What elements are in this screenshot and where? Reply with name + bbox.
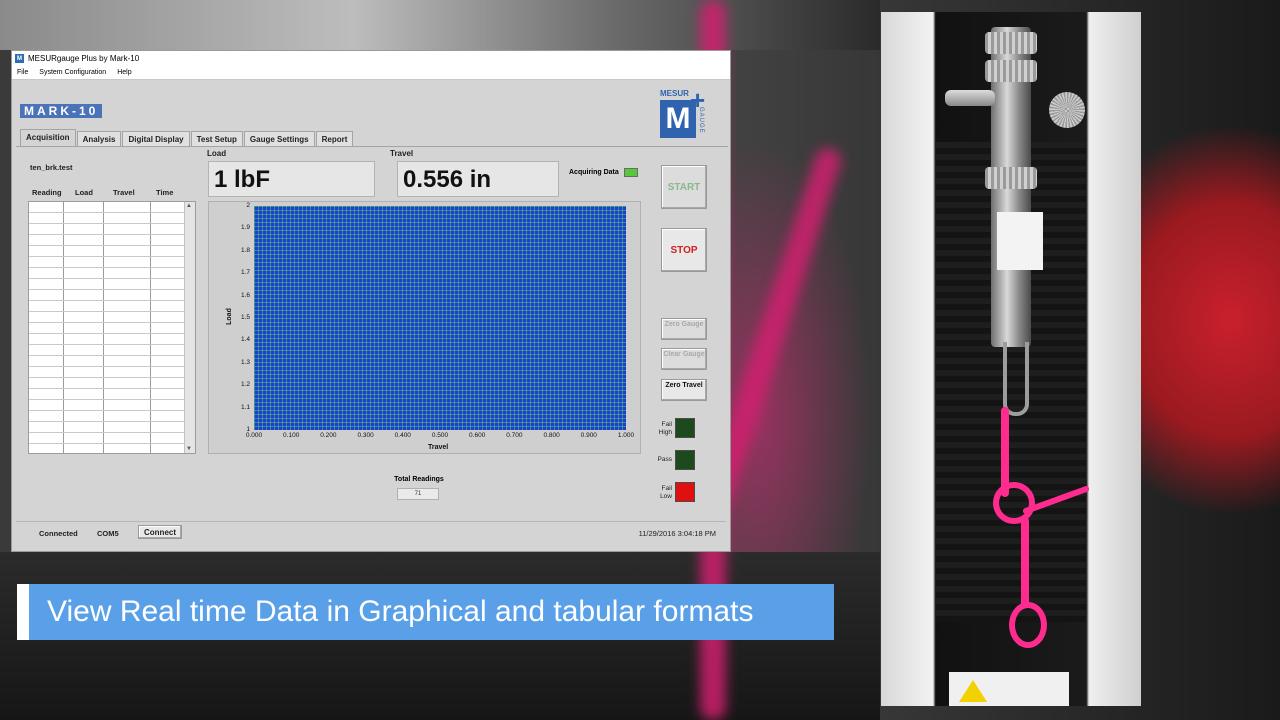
knurled-collar bbox=[985, 60, 1037, 82]
mark10-logo: MARK-10 bbox=[20, 104, 103, 118]
total-readings-label: Total Readings bbox=[394, 476, 444, 483]
fail-high-label: Fail High bbox=[658, 421, 672, 436]
tab-gauge-settings[interactable]: Gauge Settings bbox=[243, 131, 315, 147]
knurled-knob bbox=[1049, 92, 1085, 128]
x-tick-label: 0.600 bbox=[469, 432, 486, 439]
x-tick-label: 1.000 bbox=[617, 432, 635, 439]
rope-segment bbox=[1021, 517, 1029, 607]
com-port: COM5 bbox=[97, 529, 119, 538]
x-axis-title: Travel bbox=[428, 444, 449, 451]
grip-handle bbox=[945, 90, 995, 106]
status-bar: Connected COM5 Connect 11/29/2016 3:04:1… bbox=[16, 521, 726, 544]
test-file-name: ten_brk.test bbox=[30, 163, 73, 172]
brand-gauge-text: GAUGE bbox=[698, 107, 704, 134]
zero-gauge-button[interactable]: Zero Gauge bbox=[661, 318, 707, 340]
y-tick-label: 1.8 bbox=[240, 246, 250, 254]
app-icon: M bbox=[15, 54, 24, 63]
menu-system-configuration[interactable]: System Configuration bbox=[34, 69, 112, 76]
column-header-time: Time bbox=[156, 188, 174, 197]
timestamp: 11/29/2016 3:04:18 PM bbox=[638, 529, 716, 538]
y-tick-label: 1.1 bbox=[240, 403, 250, 411]
table-scrollbar[interactable]: ▲ ▼ bbox=[184, 202, 195, 453]
clear-gauge-button[interactable]: Clear Gauge bbox=[661, 348, 707, 370]
connect-button[interactable]: Connect bbox=[138, 525, 182, 539]
load-cell-label bbox=[997, 212, 1043, 270]
readings-table[interactable]: ▲ ▼ bbox=[28, 201, 196, 454]
y-tick-label: 1.3 bbox=[240, 358, 250, 366]
x-tick-label: 0.100 bbox=[283, 432, 300, 439]
pass-indicator bbox=[675, 450, 695, 470]
table-grid bbox=[29, 202, 185, 453]
y-tick-label: 1.4 bbox=[240, 336, 250, 344]
menu-file[interactable]: File bbox=[12, 69, 34, 76]
load-label: Load bbox=[207, 149, 227, 158]
column-header-travel: Travel bbox=[113, 188, 135, 197]
total-readings-value: 71 bbox=[397, 488, 439, 500]
fail-low-label: Fail Low bbox=[660, 485, 672, 500]
fail-low-indicator bbox=[675, 482, 695, 502]
x-tick-label: 0.900 bbox=[580, 432, 597, 439]
title-bar: M MESURgauge Plus by Mark-10 bbox=[12, 51, 730, 66]
load-travel-plot-area[interactable] bbox=[254, 206, 626, 430]
warning-triangle-icon bbox=[959, 680, 987, 702]
y-tick-label: 1.6 bbox=[240, 291, 250, 299]
tab-test-setup[interactable]: Test Setup bbox=[190, 131, 243, 147]
travel-readout: 0.556 in bbox=[397, 161, 559, 197]
knurled-collar bbox=[985, 167, 1037, 189]
stop-button[interactable]: STOP bbox=[661, 228, 707, 272]
rope-knot bbox=[993, 482, 1035, 524]
fail-high-indicator bbox=[675, 418, 695, 438]
warning-sticker bbox=[949, 672, 1069, 706]
tab-bar: Acquisition Analysis Digital Display Tes… bbox=[20, 129, 354, 147]
brand-mesur-text: MESUR bbox=[660, 89, 689, 98]
pass-label: Pass bbox=[657, 456, 672, 463]
x-tick-label: 0.500 bbox=[431, 432, 449, 439]
x-tick-label: 0.800 bbox=[543, 432, 560, 439]
window-title: MESURgauge Plus by Mark-10 bbox=[28, 54, 140, 63]
tensile-test-photo bbox=[881, 12, 1141, 706]
x-tick-label: 0.200 bbox=[320, 432, 337, 439]
tab-digital-display[interactable]: Digital Display bbox=[122, 131, 190, 147]
y-tick-label: 1.2 bbox=[240, 381, 250, 389]
tab-analysis[interactable]: Analysis bbox=[76, 131, 122, 147]
load-readout: 1 lbF bbox=[208, 161, 375, 197]
scroll-down-icon[interactable]: ▼ bbox=[186, 446, 192, 452]
scroll-up-icon[interactable]: ▲ bbox=[186, 203, 192, 209]
mesurgauge-window: M MESURgauge Plus by Mark-10 File System… bbox=[11, 50, 731, 552]
knurled-collar bbox=[985, 32, 1037, 54]
acquiring-data-indicator: Acquiring Data bbox=[569, 168, 638, 177]
rope-knot bbox=[1009, 602, 1047, 648]
connection-status: Connected bbox=[39, 529, 78, 538]
x-tick-label: 0.300 bbox=[357, 432, 374, 439]
acquiring-data-label: Acquiring Data bbox=[569, 169, 619, 176]
menu-help[interactable]: Help bbox=[112, 69, 137, 76]
x-tick-label: 0.400 bbox=[394, 432, 411, 439]
y-tick-label: 1.7 bbox=[240, 269, 250, 277]
hook bbox=[1003, 342, 1029, 416]
zero-travel-button[interactable]: Zero Travel bbox=[661, 379, 707, 401]
y-axis-title: Load bbox=[225, 308, 233, 325]
start-button[interactable]: START bbox=[661, 165, 707, 209]
travel-label: Travel bbox=[390, 149, 414, 158]
tab-report[interactable]: Report bbox=[315, 131, 354, 147]
column-header-reading: Reading bbox=[32, 188, 62, 197]
mesur-gauge-plus-logo: MESUR M + GAUGE bbox=[660, 85, 708, 141]
y-tick-label: 1.9 bbox=[240, 224, 250, 232]
menu-bar: File System Configuration Help bbox=[12, 66, 730, 80]
x-tick-label: 0.000 bbox=[245, 432, 263, 439]
column-header-load: Load bbox=[75, 188, 93, 197]
caption-banner: View Real time Data in Graphical and tab… bbox=[17, 584, 834, 640]
y-tick-label: 1.5 bbox=[240, 314, 250, 321]
x-tick-label: 0.700 bbox=[506, 432, 523, 439]
background-blur-top bbox=[0, 0, 880, 50]
tab-acquisition[interactable]: Acquisition bbox=[20, 129, 76, 147]
y-tick-label: 2 bbox=[246, 202, 250, 209]
acquiring-led bbox=[623, 168, 638, 177]
